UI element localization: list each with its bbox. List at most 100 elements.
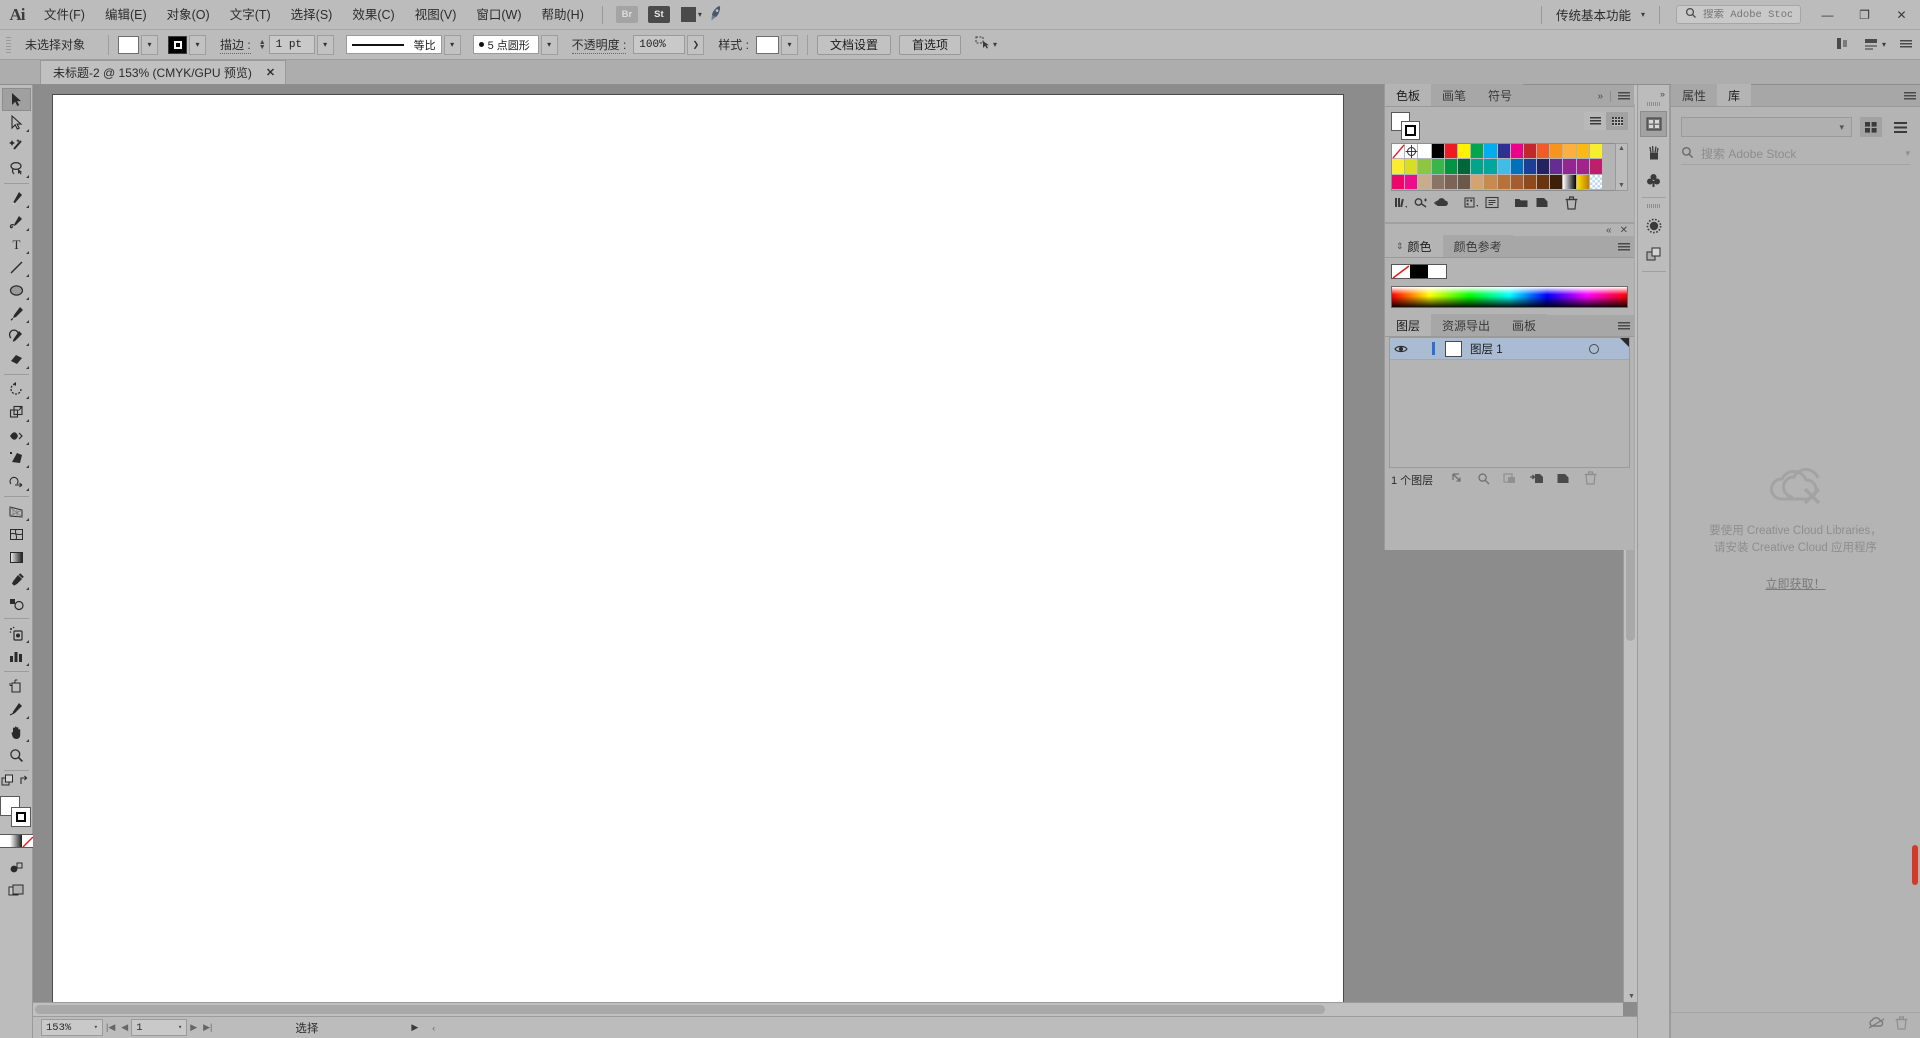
arrange-tool-icon[interactable]	[1, 774, 15, 792]
scroll-up-icon[interactable]: ▲	[1618, 145, 1625, 152]
restore-button[interactable]: ❐	[1846, 3, 1883, 27]
library-grid-view-button[interactable]	[1860, 117, 1882, 137]
swatch-options-icon[interactable]	[1483, 195, 1500, 210]
table-row[interactable]: 图层 1	[1390, 338, 1629, 360]
last-artboard-icon[interactable]: ▶|	[200, 1022, 215, 1033]
swatch-cell[interactable]	[1576, 174, 1590, 190]
expand-panels-icon[interactable]: »	[1660, 89, 1665, 99]
color-spectrum-ramp[interactable]	[1391, 286, 1628, 308]
dock-group-grip-2[interactable]	[1646, 204, 1661, 208]
swatch-cell[interactable]	[1457, 159, 1472, 175]
tab-artboards[interactable]: 画板	[1501, 314, 1548, 336]
swatch-cell[interactable]	[1405, 174, 1419, 190]
fill-dropdown-icon[interactable]: ▾	[141, 34, 159, 55]
library-stock-search[interactable]: 搜索 Adobe Stock ▾	[1681, 143, 1910, 165]
tab-properties[interactable]: 属性	[1671, 84, 1718, 106]
new-color-group-icon[interactable]	[1513, 195, 1530, 210]
free-transform-tool[interactable]	[2, 447, 31, 470]
menu-object[interactable]: 对象(O)	[157, 0, 220, 30]
swatches-list-view-button[interactable]	[1584, 112, 1606, 130]
color-dock-icon[interactable]	[1640, 213, 1667, 239]
swatch-cell[interactable]	[1431, 159, 1445, 175]
change-screen-mode-button[interactable]	[2, 856, 31, 879]
eyedropper-tool[interactable]	[2, 569, 31, 592]
eraser-tool[interactable]	[2, 348, 31, 371]
swatch-cell[interactable]	[1563, 144, 1577, 160]
paintbrush-tool[interactable]	[2, 302, 31, 325]
swatch-cell[interactable]	[1418, 174, 1432, 190]
close-button[interactable]: ✕	[1883, 3, 1920, 27]
tab-libraries[interactable]: 库	[1717, 84, 1752, 106]
swatch-cell[interactable]	[1418, 159, 1432, 175]
direct-selection-tool[interactable]	[2, 111, 31, 134]
control-bar-grip[interactable]	[6, 36, 11, 53]
column-graph-tool[interactable]	[2, 645, 31, 668]
horizontal-scroll-thumb[interactable]	[35, 1005, 1325, 1014]
ellipse-tool[interactable]	[2, 279, 31, 302]
swatch-cell[interactable]	[1523, 144, 1538, 160]
make-clipping-mask-icon[interactable]	[1503, 472, 1517, 488]
layers-dock-icon[interactable]	[1640, 241, 1667, 267]
swatches-scrollbar[interactable]: ▲ ▼	[1615, 143, 1628, 191]
menu-file[interactable]: 文件(F)	[34, 0, 95, 30]
stroke-weight-stepper[interactable]: ▲ ▼	[259, 39, 266, 51]
shaper-tool[interactable]	[2, 325, 31, 348]
swatches-grid[interactable]	[1392, 144, 1603, 190]
cloud-swatch-icon[interactable]	[1433, 195, 1450, 210]
scale-tool[interactable]	[2, 401, 31, 424]
symbol-sprayer-tool[interactable]	[2, 622, 31, 645]
tab-color-guide[interactable]: 颜色参考	[1442, 235, 1513, 257]
tab-brushes[interactable]: 画笔	[1431, 84, 1478, 106]
perspective-grid-tool[interactable]	[2, 500, 31, 523]
swatch-cell[interactable]	[1471, 174, 1485, 190]
stroke-dropdown-icon[interactable]: ▾	[189, 34, 207, 55]
screen-mode-toggle[interactable]	[2, 879, 31, 902]
swatch-cell[interactable]	[1418, 144, 1432, 160]
delete-swatch-icon[interactable]	[1563, 195, 1580, 210]
opacity-label[interactable]: 不透明度 :	[571, 36, 627, 54]
swatch-cell[interactable]	[1510, 144, 1524, 160]
swatch-cell[interactable]	[1431, 144, 1445, 160]
expand-panel-icon[interactable]: »	[1597, 91, 1603, 102]
search-layers-icon[interactable]	[1477, 472, 1491, 488]
lasso-tool[interactable]	[2, 157, 31, 180]
swatch-cell[interactable]	[1537, 174, 1551, 190]
delete-selection-icon[interactable]	[1584, 471, 1597, 488]
swatch-cell[interactable]	[1589, 174, 1603, 190]
artboard-tool[interactable]	[2, 675, 31, 698]
swatch-cell[interactable]	[1471, 144, 1485, 160]
menu-edit[interactable]: 编辑(E)	[95, 0, 157, 30]
slice-tool[interactable]	[2, 698, 31, 721]
menu-select[interactable]: 选择(S)	[281, 0, 343, 30]
zoom-level-control[interactable]: 153% ▾	[41, 1019, 103, 1036]
curvature-tool[interactable]	[2, 210, 31, 233]
align-icon[interactable]	[1836, 37, 1850, 53]
opacity-flyout-icon[interactable]: ❯	[687, 34, 705, 55]
opacity-field[interactable]: 100%	[633, 35, 686, 54]
transform-menu[interactable]: ▾	[1864, 38, 1886, 51]
horizontal-scrollbar[interactable]	[33, 1002, 1623, 1016]
previous-artboard-icon[interactable]: ◀	[118, 1022, 131, 1033]
swatch-cell[interactable]	[1457, 174, 1472, 190]
swatch-cell[interactable]	[1497, 174, 1511, 190]
scroll-down-icon[interactable]: ▼	[1628, 993, 1635, 1000]
tab-layers[interactable]: 图层	[1385, 314, 1432, 336]
pen-tool[interactable]	[2, 187, 31, 210]
dock-group-grip[interactable]	[1646, 102, 1661, 106]
stroke-profile-dropdown-icon[interactable]: ▾	[443, 34, 461, 55]
swatch-cell[interactable]	[1392, 159, 1406, 175]
minimize-button[interactable]: —	[1809, 3, 1846, 27]
swatch-cell[interactable]	[1457, 144, 1472, 160]
brush-dropdown-icon[interactable]: ▾	[540, 34, 558, 55]
rocket-icon[interactable]	[706, 3, 726, 25]
swatch-cell[interactable]	[1484, 144, 1498, 160]
swatch-cell[interactable]	[1550, 144, 1564, 160]
create-new-layer-icon[interactable]	[1556, 472, 1570, 488]
stock-icon[interactable]: St	[647, 6, 670, 23]
swatch-cell[interactable]	[1563, 174, 1577, 190]
swatch-cell[interactable]	[1471, 159, 1485, 175]
type-tool[interactable]: T	[2, 233, 31, 256]
swatch-cell[interactable]	[1550, 174, 1564, 190]
shape-builder-tool[interactable]	[2, 470, 31, 493]
library-list-view-button[interactable]	[1890, 117, 1910, 137]
